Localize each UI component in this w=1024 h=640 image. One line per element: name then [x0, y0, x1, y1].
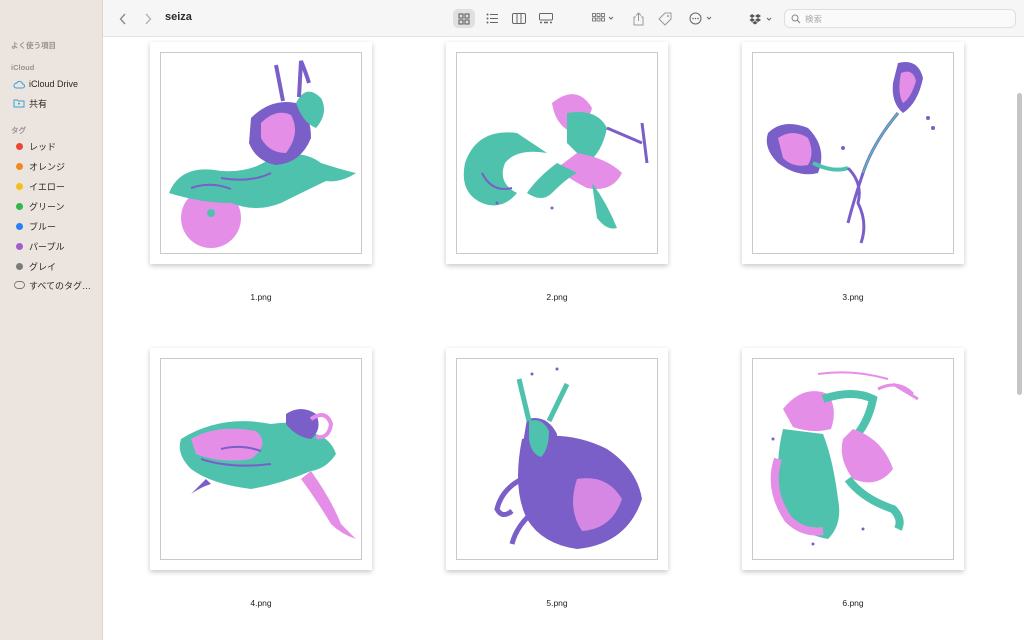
sidebar: よく使う項目 iCloud iCloud Drive 共有 タグ レッドオレンジ…	[0, 0, 103, 640]
taurus-image	[494, 367, 642, 549]
tag-color-dot-icon	[12, 202, 26, 210]
sidebar-item-tag[interactable]: オレンジ	[0, 157, 103, 175]
file-thumbnail-3[interactable]	[742, 42, 964, 264]
group-button[interactable]	[590, 9, 618, 28]
icloud-header: iCloud	[11, 63, 35, 72]
icon-view-icon	[458, 13, 470, 24]
chevron-right-icon[interactable]	[140, 9, 156, 28]
sidebar-item-label: ブルー	[29, 221, 57, 232]
file-grid: 1.png 2.png 3.png 4.png 5.png 6.png	[103, 37, 1024, 640]
sidebar-item-label: オレンジ	[29, 161, 66, 172]
more-actions-button[interactable]	[688, 9, 716, 28]
dropbox-button[interactable]	[748, 9, 776, 28]
column-view-icon	[512, 13, 526, 24]
sidebar-item-label: 共有	[29, 98, 48, 109]
column-view-button[interactable]	[508, 9, 530, 28]
gallery-view-button[interactable]	[535, 9, 557, 28]
tag-button[interactable]	[656, 9, 674, 28]
icon-view-button[interactable]	[453, 9, 475, 28]
sidebar-item-tag[interactable]: パープル	[0, 237, 103, 255]
sidebar-item-label: パープル	[29, 241, 65, 252]
sidebar-item-tag[interactable]: グレイ	[0, 257, 103, 275]
search-field[interactable]	[784, 9, 1016, 28]
aquarius-image	[463, 94, 649, 229]
sidebar-item-label: グレイ	[29, 261, 57, 272]
search-icon	[791, 14, 801, 23]
search-input[interactable]	[805, 13, 995, 24]
sidebar-item-tag[interactable]: イエロー	[0, 177, 103, 195]
file-name[interactable]: 2.png	[446, 292, 668, 302]
sidebar-item-shared[interactable]: 共有	[0, 94, 103, 112]
more-icon	[689, 12, 712, 25]
file-name[interactable]: 1.png	[150, 292, 372, 302]
toolbar: seiza	[103, 0, 1024, 37]
gemini-image	[770, 371, 919, 546]
sidebar-item-all-tags[interactable]: すべてのタグ…	[0, 276, 103, 294]
sidebar-item-tag[interactable]: ブルー	[0, 217, 103, 235]
share-button[interactable]	[630, 9, 646, 28]
vertical-scrollbar[interactable]	[1017, 93, 1022, 395]
share-icon	[633, 11, 643, 25]
tag-color-dot-icon	[12, 142, 26, 150]
file-name[interactable]: 5.png	[446, 598, 668, 608]
capricorn-image	[169, 60, 356, 248]
file-name[interactable]: 4.png	[150, 598, 372, 608]
tag-color-dot-icon	[12, 182, 26, 190]
sidebar-item-tag[interactable]: レッド	[0, 137, 103, 155]
shared-folder-icon	[12, 98, 26, 108]
sidebar-item-label: すべてのタグ…	[29, 280, 92, 291]
window-title: seiza	[165, 11, 192, 23]
sidebar-item-label: iCloud Drive	[29, 79, 79, 89]
tag-icon	[658, 12, 672, 26]
tag-color-dot-icon	[12, 162, 26, 170]
list-view-icon	[486, 13, 498, 24]
tags-header: タグ	[11, 126, 26, 135]
favorites-header: よく使う項目	[11, 41, 56, 50]
file-name[interactable]: 6.png	[742, 598, 964, 608]
file-thumbnail-4[interactable]	[150, 348, 372, 570]
sidebar-item-label: レッド	[29, 141, 57, 152]
gallery-view-icon	[539, 13, 553, 24]
chevron-left-icon[interactable]	[115, 9, 131, 28]
aries-image	[179, 409, 356, 539]
tag-color-dot-icon	[12, 242, 26, 250]
sidebar-item-icloud-drive[interactable]: iCloud Drive	[0, 75, 103, 93]
sidebar-item-tag[interactable]: グリーン	[0, 197, 103, 215]
group-icon	[592, 13, 614, 22]
dropbox-icon	[749, 13, 772, 24]
tag-outline-icon	[12, 281, 26, 289]
file-thumbnail-2[interactable]	[446, 42, 668, 264]
file-thumbnail-1[interactable]	[150, 42, 372, 264]
cloud-icon	[12, 80, 26, 89]
file-name[interactable]: 3.png	[742, 292, 964, 302]
sidebar-item-label: イエロー	[29, 181, 65, 192]
file-thumbnail-6[interactable]	[742, 348, 964, 570]
tag-color-dot-icon	[12, 262, 26, 270]
sidebar-item-label: グリーン	[29, 201, 65, 212]
pisces-image	[766, 62, 935, 244]
list-view-button[interactable]	[481, 9, 503, 28]
tag-color-dot-icon	[12, 222, 26, 230]
file-thumbnail-5[interactable]	[446, 348, 668, 570]
